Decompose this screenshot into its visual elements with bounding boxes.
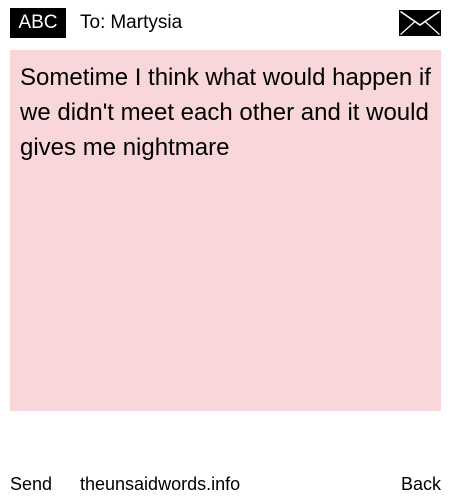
message-header: ABC To: Martysia	[0, 0, 450, 46]
input-mode-badge[interactable]: ABC	[10, 8, 66, 38]
recipient-name: Martysia	[110, 12, 183, 33]
envelope-icon-graphic	[399, 10, 441, 36]
envelope-icon	[399, 10, 441, 36]
softkey-bar: Send theunsaidwords.info Back	[0, 470, 450, 498]
send-button[interactable]: Send	[10, 470, 52, 498]
message-body[interactable]: Sometime I think what would happen if we…	[10, 50, 441, 411]
message-text: Sometime I think what would happen if we…	[20, 64, 438, 161]
back-button[interactable]: Back	[401, 470, 441, 498]
site-link[interactable]: theunsaidwords.info	[80, 470, 240, 498]
recipient-line: To: Martysia	[80, 10, 182, 36]
to-label: To:	[80, 12, 106, 33]
